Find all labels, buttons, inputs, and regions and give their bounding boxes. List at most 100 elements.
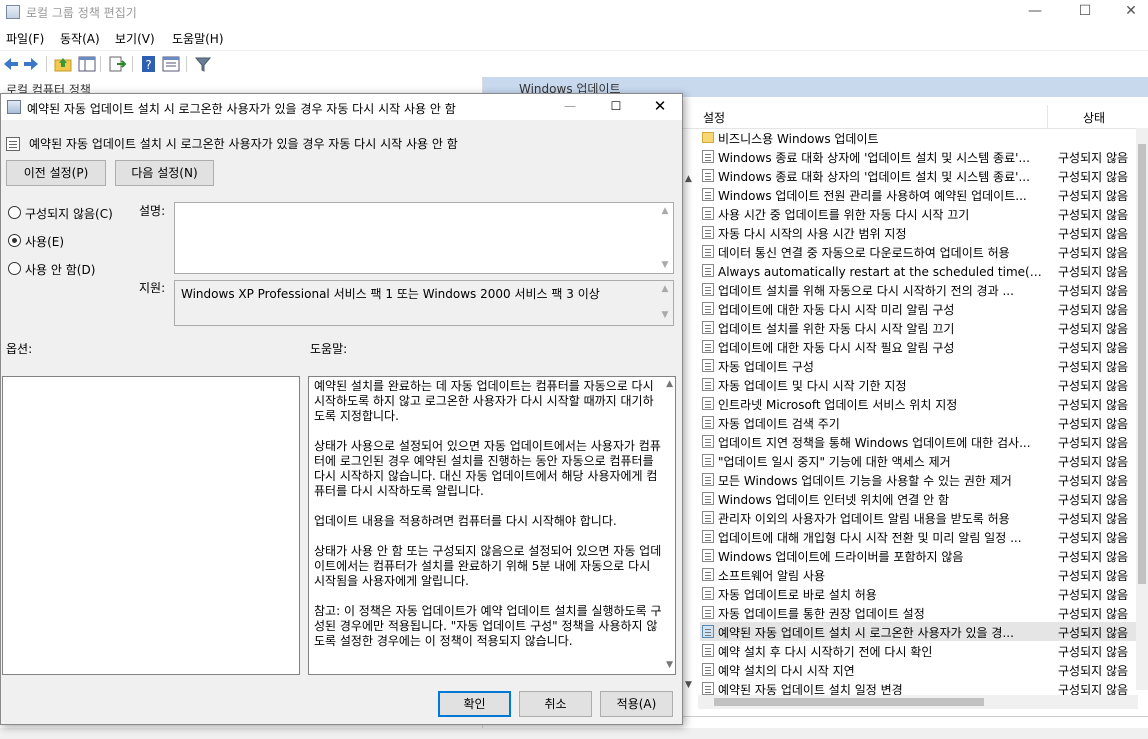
- radio-disabled-label[interactable]: 사용 안 함(D): [25, 261, 95, 278]
- policy-state: 구성되지 않음: [1058, 151, 1129, 165]
- support-label: 지원:: [139, 281, 166, 295]
- column-setting[interactable]: 설정: [703, 109, 725, 126]
- policy-row[interactable]: Windows 업데이트 인터넷 위치에 연결 안 함 구성되지 않음: [700, 489, 1136, 508]
- help-icon[interactable]: ?: [140, 55, 158, 73]
- policy-row[interactable]: 업데이트 설치를 위해 자동으로 다시 시작하기 전의 경과 ... 구성되지 않…: [700, 280, 1136, 299]
- policy-row[interactable]: 업데이트 지연 정책을 통해 Windows 업데이트에 대한 검사... 구성되…: [700, 432, 1136, 451]
- policy-setting-icon: [702, 359, 714, 372]
- policy-list-vscrollbar[interactable]: [1136, 128, 1148, 690]
- policy-name: 자동 업데이트 검색 주기: [718, 417, 840, 431]
- cancel-button[interactable]: 취소: [519, 691, 592, 717]
- policy-list-hscrollbar[interactable]: [698, 695, 1138, 709]
- filter-icon[interactable]: [194, 55, 212, 73]
- policy-setting-icon: [702, 454, 714, 467]
- menu-file[interactable]: 파일(F): [6, 30, 44, 47]
- support-scroll-down-icon[interactable]: ▼: [659, 310, 671, 320]
- support-textbox[interactable]: Windows XP Professional 서비스 팩 1 또는 Windo…: [174, 280, 674, 326]
- forward-arrow-icon[interactable]: [22, 55, 40, 73]
- policy-row[interactable]: 업데이트에 대한 자동 다시 시작 미리 알림 구성 구성되지 않음: [700, 299, 1136, 318]
- previous-setting-button[interactable]: 이전 설정(P): [6, 160, 106, 186]
- scroll-down-arrow-icon[interactable]: ▼: [685, 680, 692, 690]
- dialog-titlebar: 예약된 자동 업데이트 설치 시 로그온한 사용자가 있을 경우 자동 다시 시…: [1, 94, 682, 120]
- policy-name: 자동 업데이트 및 다시 시작 기한 지정: [718, 379, 907, 393]
- column-divider[interactable]: [1047, 105, 1048, 129]
- policy-setting-icon: [6, 137, 20, 151]
- support-scroll-up-icon[interactable]: ▲: [659, 284, 671, 294]
- policy-name: Always automatically restart at the sche…: [718, 265, 1044, 279]
- policy-row[interactable]: 인트라넷 Microsoft 업데이트 서비스 위치 지정 구성되지 않음: [700, 394, 1136, 413]
- policy-row[interactable]: 자동 업데이트 및 다시 시작 기한 지정 구성되지 않음: [700, 375, 1136, 394]
- help-scroll-down-icon[interactable]: ▼: [666, 660, 673, 670]
- policy-name: "업데이트 일시 중지" 기능에 대한 액세스 제거: [718, 455, 951, 469]
- radio-not-configured-circle[interactable]: [8, 206, 21, 219]
- export-list-icon[interactable]: [108, 55, 126, 73]
- policy-row[interactable]: Windows 종료 대화 상자에 '업데이트 설치 및 시스템 종료'... 구…: [700, 147, 1136, 166]
- show-hide-tree-icon[interactable]: [78, 55, 96, 73]
- radio-disabled-circle[interactable]: [8, 262, 21, 275]
- policy-setting-icon: [702, 245, 714, 258]
- help-panel[interactable]: 예약된 설치를 완료하는 데 자동 업데이트는 컴퓨터를 자동으로 다시 시작하…: [308, 376, 676, 675]
- back-arrow-icon[interactable]: [2, 55, 20, 73]
- description-scrollbar[interactable]: ▲ ▼: [682, 170, 696, 698]
- policy-row[interactable]: 관리자 이외의 사용자가 업데이트 알림 내용을 받도록 허용 구성되지 않음: [700, 508, 1136, 527]
- policy-row[interactable]: 예약된 자동 업데이트 설치 시 로그온한 사용자가 있을 경... 구성되지 않…: [700, 622, 1136, 641]
- policy-name: 업데이트 설치를 위한 자동 다시 시작 알림 끄기: [718, 322, 955, 336]
- policy-row[interactable]: 예약 설치의 다시 시작 지연 구성되지 않음: [700, 660, 1136, 679]
- properties-icon[interactable]: [162, 55, 180, 73]
- policy-row[interactable]: "업데이트 일시 중지" 기능에 대한 액세스 제거 구성되지 않음: [700, 451, 1136, 470]
- radio-enabled-circle[interactable]: [8, 234, 21, 247]
- menu-view[interactable]: 보기(V): [115, 30, 155, 47]
- menu-action[interactable]: 동작(A): [60, 30, 100, 47]
- policy-row[interactable]: Always automatically restart at the sche…: [700, 261, 1136, 280]
- next-setting-button[interactable]: 다음 설정(N): [115, 160, 214, 186]
- policy-row[interactable]: 자동 업데이트 검색 주기 구성되지 않음: [700, 413, 1136, 432]
- toolbar-separator: [100, 56, 101, 72]
- policy-row[interactable]: 자동 업데이트로 바로 설치 허용 구성되지 않음: [700, 584, 1136, 603]
- column-state[interactable]: 상태: [1083, 109, 1105, 126]
- policy-row[interactable]: Windows 업데이트에 드라이버를 포함하지 않음 구성되지 않음: [700, 546, 1136, 565]
- toolbar-separator: [186, 56, 187, 72]
- dialog-minimize-button[interactable]: —: [555, 94, 585, 120]
- dialog-close-button[interactable]: ✕: [645, 94, 675, 120]
- vscrollbar-thumb[interactable]: [1138, 144, 1146, 584]
- policy-row[interactable]: Windows 업데이트 전원 관리를 사용하여 예약된 업데이트... 구성되지…: [700, 185, 1136, 204]
- policy-row[interactable]: 비즈니스용 Windows 업데이트: [700, 128, 1136, 147]
- apply-button[interactable]: 적용(A): [600, 691, 673, 717]
- comment-scroll-down-icon[interactable]: ▼: [659, 260, 671, 270]
- policy-row[interactable]: 업데이트 설치를 위한 자동 다시 시작 알림 끄기 구성되지 않음: [700, 318, 1136, 337]
- policy-row[interactable]: 사용 시간 중 업데이트를 위한 자동 다시 시작 끄기 구성되지 않음: [700, 204, 1136, 223]
- policy-row[interactable]: 업데이트에 대해 개입형 다시 시작 전환 및 미리 알림 일정 ... 구성되지…: [700, 527, 1136, 546]
- comment-textarea[interactable]: [174, 202, 674, 274]
- policy-row[interactable]: 데이터 통신 연결 중 자동으로 다운로드하여 업데이트 허용 구성되지 않음: [700, 242, 1136, 261]
- minimize-button[interactable]: —: [1012, 0, 1058, 24]
- policy-row[interactable]: 자동 업데이트를 통한 권장 업데이트 설정 구성되지 않음: [700, 603, 1136, 622]
- hscrollbar-thumb[interactable]: [714, 698, 984, 706]
- comment-scroll-up-icon[interactable]: ▲: [659, 206, 671, 216]
- maximize-button[interactable]: ☐: [1062, 0, 1108, 24]
- menu-help[interactable]: 도움말(H): [172, 30, 224, 47]
- policy-state: 구성되지 않음: [1058, 436, 1129, 450]
- policy-row[interactable]: 업데이트에 대한 자동 다시 시작 필요 알림 구성 구성되지 않음: [700, 337, 1136, 356]
- radio-enabled-label[interactable]: 사용(E): [25, 233, 64, 250]
- help-scroll-up-icon[interactable]: ▲: [666, 379, 673, 389]
- policy-row[interactable]: Windows 종료 대화 상자의 '업데이트 설치 및 시스템 종료'... 구…: [700, 166, 1136, 185]
- radio-enabled[interactable]: 사용(E): [8, 232, 138, 250]
- up-folder-icon[interactable]: [54, 55, 72, 73]
- policy-setting-icon: [702, 340, 714, 353]
- radio-not-configured-label[interactable]: 구성되지 않음(C): [25, 205, 113, 222]
- policy-row[interactable]: 자동 다시 시작의 사용 시간 범위 지정 구성되지 않음: [700, 223, 1136, 242]
- ok-button[interactable]: 확인: [438, 691, 511, 717]
- policy-row[interactable]: 자동 업데이트 구성 구성되지 않음: [700, 356, 1136, 375]
- radio-disabled[interactable]: 사용 안 함(D): [8, 260, 138, 278]
- radio-not-configured[interactable]: 구성되지 않음(C): [8, 204, 138, 222]
- policy-setting-icon: [702, 207, 714, 220]
- toolbar: ?: [0, 50, 1148, 76]
- policy-row[interactable]: 소프트웨어 알림 사용 구성되지 않음: [700, 565, 1136, 584]
- policy-setting-icon: [702, 682, 714, 695]
- policy-row[interactable]: 모든 Windows 업데이트 기능을 사용할 수 있는 권한 제거 구성되지 않…: [700, 470, 1136, 489]
- policy-setting-icon: [702, 150, 714, 163]
- policy-row[interactable]: 예약 설치 후 다시 시작하기 전에 다시 확인 구성되지 않음: [700, 641, 1136, 660]
- scroll-up-arrow-icon[interactable]: ▲: [685, 174, 692, 184]
- dialog-maximize-button[interactable]: ☐: [601, 94, 631, 120]
- close-button[interactable]: ✕: [1108, 0, 1148, 24]
